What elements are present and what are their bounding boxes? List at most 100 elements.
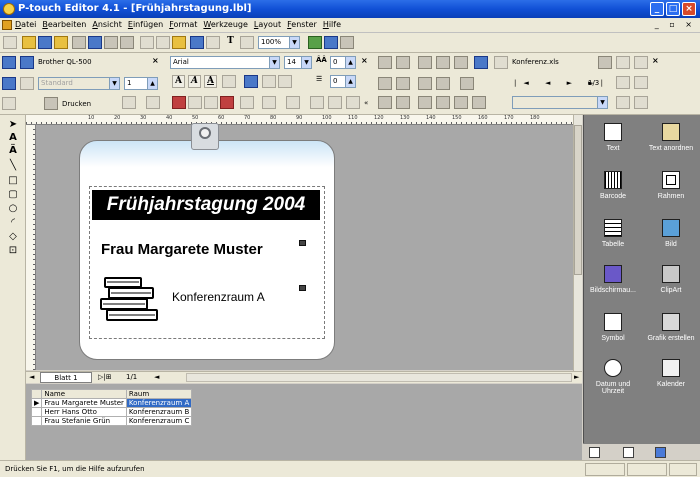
layout-group4-icon[interactable] [472,96,486,109]
char-spacing-input[interactable]: 0 ▲ [330,56,356,69]
column-header-room[interactable]: Raum [125,389,193,399]
menu-bearbeiten[interactable]: Bearbeiten [42,20,86,29]
menu-fenster[interactable]: Fenster [287,20,317,29]
document-icon[interactable] [2,20,12,30]
vertical-text-icon[interactable] [262,96,276,109]
cell-room[interactable]: Konferenzraum A [125,398,193,408]
cut-icon[interactable] [140,36,154,49]
chevron-down-icon[interactable]: ▼ [289,37,299,48]
sort-asc-icon[interactable] [616,56,630,69]
italic-button[interactable]: A [188,75,201,88]
table-row[interactable]: Herr Hans Otto Konferenzraum B [30,407,193,417]
font-panel-close[interactable]: × [361,56,368,65]
menu-layout[interactable]: Layout [254,20,281,29]
menu-datei[interactable]: Datei [15,20,36,29]
layout-size-icon[interactable] [378,77,392,90]
vertical-scrollbar[interactable] [573,115,582,371]
db-view2-icon[interactable] [634,96,648,109]
text-tool-icon[interactable]: A [8,133,18,143]
horizontal-scrollbar[interactable] [186,373,572,382]
chevron-down-icon[interactable]: ▼ [269,57,279,68]
maximize-button[interactable]: □ [666,2,680,16]
menu-hilfe[interactable]: Hilfe [323,20,341,29]
shrink-font-icon[interactable] [278,75,292,88]
text-panel-icon[interactable] [2,97,16,110]
help-pointer-icon[interactable] [340,36,354,49]
db-view-icon[interactable] [616,96,630,109]
print-button-icon[interactable] [44,97,58,110]
prev-sheet-icon[interactable]: ◄ [29,373,34,381]
palette-image[interactable]: Bild [642,219,700,248]
spinner-icon[interactable]: ▲ [345,57,355,68]
frame-tool-icon[interactable]: ⊡ [8,246,18,256]
palette-frame[interactable]: Rahmen [642,171,700,200]
books-clipart[interactable] [95,274,161,322]
menu-einfuegen[interactable]: Einfügen [128,20,163,29]
align-right-icon[interactable] [204,96,218,109]
palette-view1-icon[interactable] [589,447,600,458]
font-size-select[interactable]: 14 ▼ [284,56,312,69]
text-tool-icon[interactable]: T [224,36,237,49]
layout-distribute3-icon[interactable] [454,56,468,69]
layout-size2-icon[interactable] [396,77,410,90]
palette-table[interactable]: Tabelle [584,219,642,248]
rounded-rect-tool-icon[interactable]: ▢ [8,190,18,200]
cell-name[interactable]: Herr Hans Otto [41,407,127,417]
text-box-alt2-icon[interactable] [346,96,360,109]
db-table-icon[interactable] [598,56,612,69]
db-field-select[interactable]: ▼ [512,96,608,109]
headline-text[interactable]: Frühjahrstagung 2004 [92,190,320,220]
copy-icon[interactable] [156,36,170,49]
spinner-icon[interactable]: ▲ [345,76,355,87]
layout-order2-icon[interactable] [396,96,410,109]
menu-format[interactable]: Format [169,20,197,29]
fit-text-icon[interactable] [286,96,300,109]
palette-text[interactable]: A Text [584,123,642,152]
layout-align2-icon[interactable] [396,56,410,69]
print-button-label[interactable]: Drucken [62,100,91,108]
line-tool-icon[interactable]: ╲ [8,161,18,171]
palette-date-time[interactable]: Datum und Uhrzeit [584,359,642,395]
color-palette-icon[interactable] [308,36,322,49]
layout-size3-icon[interactable] [418,77,432,90]
cell-room[interactable]: Konferenzraum B [125,407,193,417]
palette-screenshot[interactable]: Bildschirmau... [584,265,642,294]
bold-button[interactable]: A [172,75,185,88]
print-preview-icon[interactable] [146,96,160,109]
font-select[interactable]: Arial ▼ [170,56,280,69]
outline-icon[interactable] [222,75,236,88]
column-header-name[interactable]: Name [41,389,127,399]
undo-icon[interactable] [190,36,204,49]
save-all-icon[interactable] [54,36,68,49]
sheet-tab[interactable]: Blatt 1 [40,372,92,383]
arranged-text-icon[interactable]: Ä [8,146,18,156]
mdi-controls[interactable]: _ ▫ × [655,20,696,29]
filter-icon[interactable] [634,76,648,89]
grow-font-icon[interactable] [262,75,276,88]
print-options-icon[interactable] [122,96,136,109]
scroll-left-icon[interactable]: ◄ [154,373,159,381]
printer-panel-icon[interactable] [2,56,16,69]
layout-group-icon[interactable] [418,96,432,109]
layout-distribute2-icon[interactable] [436,56,450,69]
align-justify-icon[interactable] [220,96,234,109]
palette-symbol[interactable]: ! Symbol [584,313,642,342]
scroll-thumb[interactable] [574,125,582,275]
attendee-name-field[interactable]: Frau Margarete Muster [101,241,263,258]
text-box-icon[interactable] [310,96,324,109]
room-field[interactable]: Konferenzraum A [172,290,265,304]
paper-style-select[interactable]: Standard ▼ [38,77,120,90]
paste-icon[interactable] [172,36,186,49]
minimize-button[interactable]: _ [650,2,664,16]
layout-distribute-icon[interactable] [418,56,432,69]
underline-button[interactable]: A [204,75,217,88]
db-panel-close[interactable]: × [652,56,659,65]
new-icon[interactable] [3,36,17,49]
chevron-down-icon[interactable]: ▼ [109,78,119,89]
palette-view2-icon[interactable] [623,447,634,458]
table-row[interactable]: ▶ Frau Margarete Muster Konferenzraum A [30,398,193,408]
cell-room[interactable]: Konferenzraum C [125,416,193,426]
smart-tool-icon[interactable] [324,36,338,49]
open-icon[interactable] [22,36,36,49]
print-setup-icon[interactable] [104,36,118,49]
